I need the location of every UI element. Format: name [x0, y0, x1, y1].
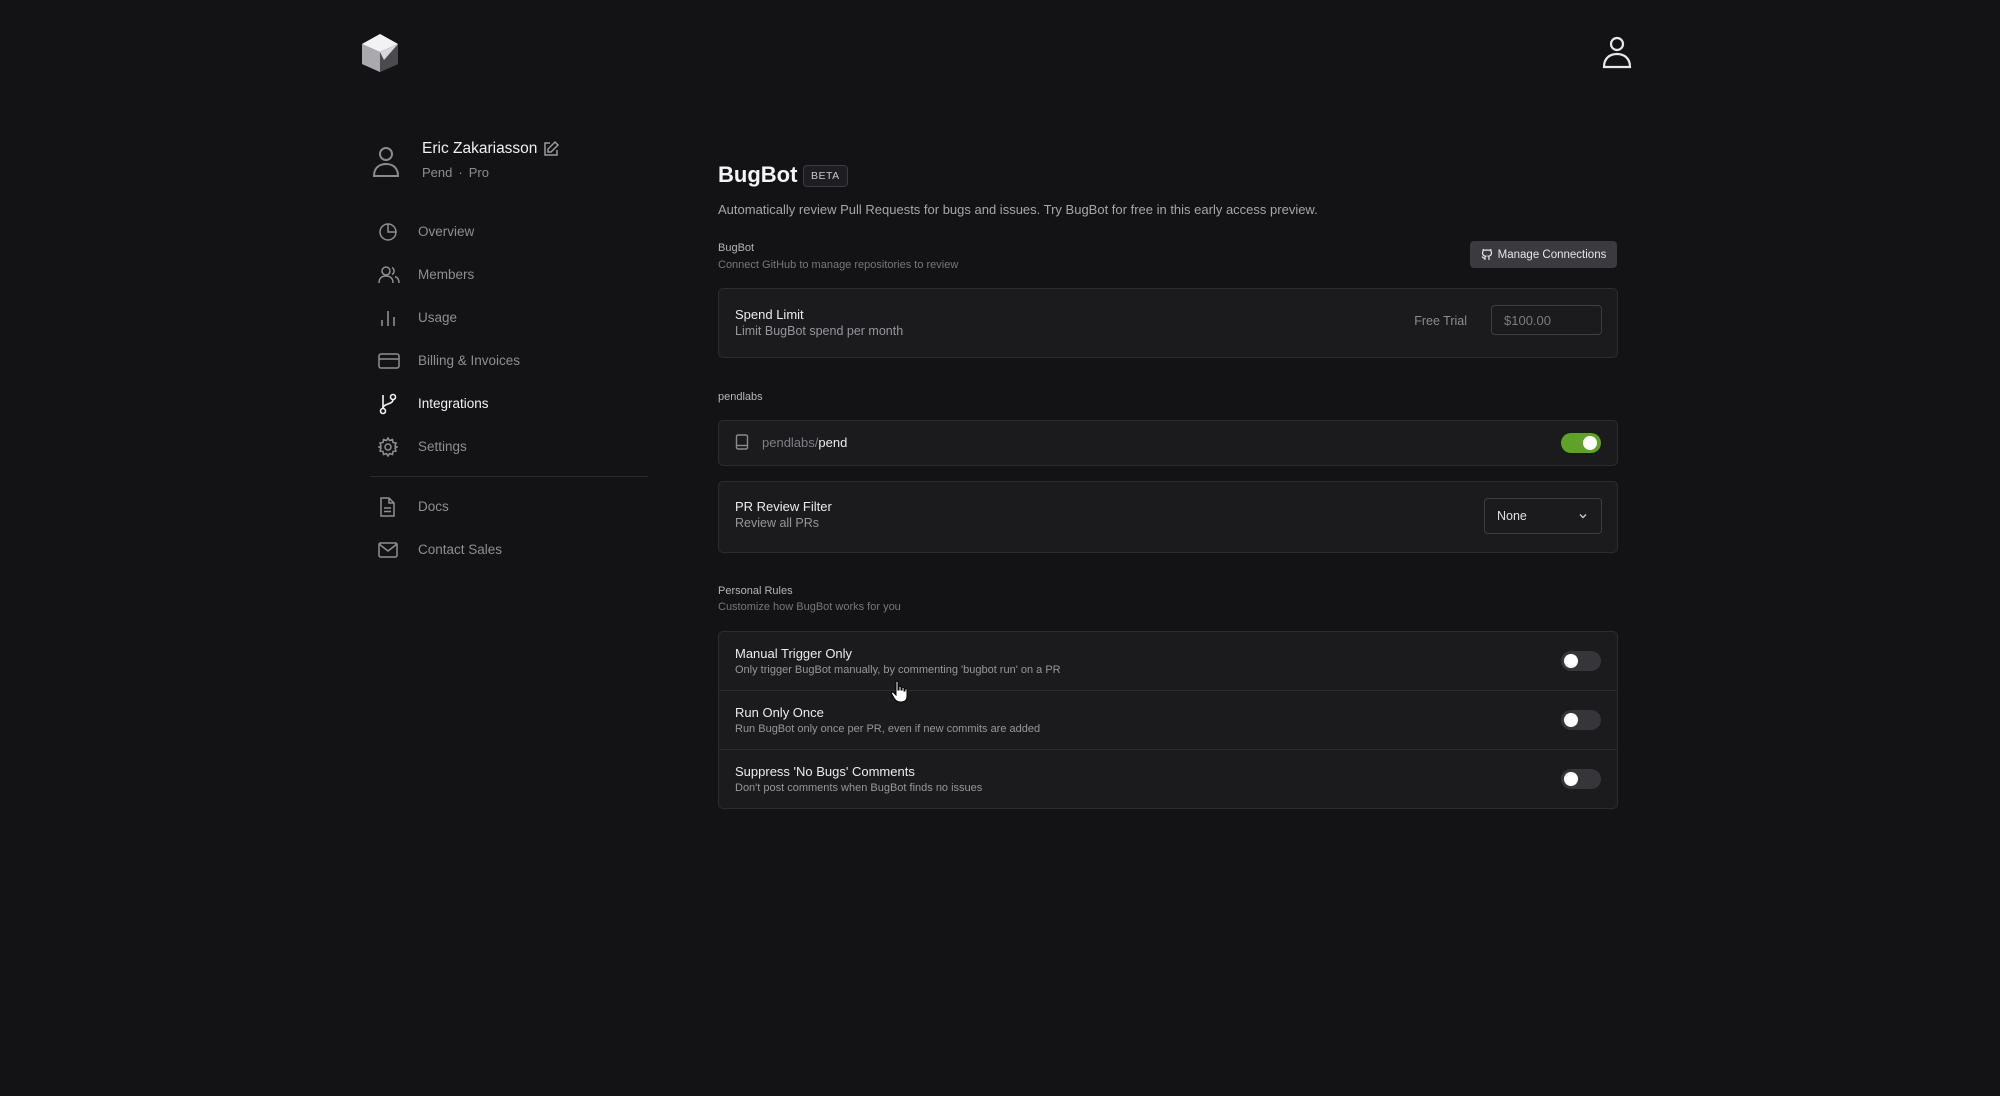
- org-name: Pend: [422, 165, 453, 180]
- sidebar-divider: [370, 476, 648, 477]
- sidebar-item-label: Docs: [418, 499, 449, 514]
- run-only-once-toggle[interactable]: [1561, 710, 1601, 730]
- suppress-no-bugs-toggle[interactable]: [1561, 769, 1601, 789]
- personal-rules-label: Personal Rules: [718, 585, 793, 597]
- users-icon: [370, 263, 408, 287]
- org-section-label: pendlabs: [718, 391, 763, 403]
- sidebar-item-label: Usage: [418, 310, 458, 325]
- github-icon: [1481, 248, 1492, 260]
- user-org-plan: Pend · Pro: [422, 165, 489, 180]
- user-name: Eric Zakariasson: [422, 140, 538, 157]
- rule-row-suppress-no-bugs: Suppress 'No Bugs' Comments Don't post c…: [719, 749, 1617, 808]
- plan-status-label: Free Trial: [1414, 314, 1467, 328]
- chevron-down-icon: [1579, 514, 1587, 519]
- rule-row-run-once: Run Only Once Run BugBot only once per P…: [719, 690, 1617, 749]
- account-icon[interactable]: [1600, 34, 1634, 70]
- page-title: BugBot: [718, 162, 798, 187]
- gear-icon: [370, 435, 408, 459]
- pr-filter-selected: None: [1497, 509, 1527, 523]
- repository-card: pendlabs/pend: [718, 420, 1618, 466]
- spend-limit-desc: Limit BugBot spend per month: [735, 324, 904, 338]
- sidebar-item-usage[interactable]: Usage: [370, 296, 650, 339]
- user-avatar-icon: [370, 144, 402, 180]
- repository-repo: pend: [818, 435, 848, 450]
- user-profile: Eric Zakariasson Pend · Pro: [370, 138, 650, 188]
- personal-rules-sub: Customize how BugBot works for you: [718, 601, 901, 613]
- pr-filter-select[interactable]: None: [1484, 498, 1602, 534]
- page-subtitle: Automatically review Pull Requests for b…: [718, 202, 1318, 217]
- pr-filter-title: PR Review Filter: [735, 499, 832, 514]
- bar-chart-icon: [370, 306, 408, 330]
- sidebar-item-label: Integrations: [418, 396, 489, 411]
- mail-icon: [370, 538, 408, 562]
- rule-row-manual-trigger: Manual Trigger Only Only trigger BugBot …: [719, 632, 1617, 690]
- sidebar-item-label: Billing & Invoices: [418, 353, 521, 368]
- toggle-knob: [1583, 436, 1597, 450]
- edit-name-icon[interactable]: [542, 140, 560, 158]
- repository-toggle[interactable]: [1561, 433, 1601, 453]
- credit-card-icon: [370, 349, 408, 373]
- document-icon: [370, 495, 408, 519]
- toggle-knob: [1564, 654, 1578, 668]
- rule-title: Manual Trigger Only: [735, 646, 853, 661]
- rule-desc: Run BugBot only once per PR, even if new…: [735, 723, 1041, 735]
- rule-title: Suppress 'No Bugs' Comments: [735, 764, 915, 779]
- toggle-knob: [1564, 772, 1578, 786]
- manage-connections-label: Manage Connections: [1497, 248, 1607, 261]
- repository-name: pendlabs/pend: [762, 435, 847, 450]
- rule-desc: Don't post comments when BugBot finds no…: [735, 782, 983, 794]
- sidebar-item-integrations[interactable]: Integrations: [370, 382, 650, 425]
- pie-chart-icon: [370, 220, 408, 244]
- personal-rules-card: Manual Trigger Only Only trigger BugBot …: [718, 631, 1618, 809]
- bugbot-section-label: BugBot: [718, 242, 755, 254]
- app-logo[interactable]: [360, 32, 400, 74]
- pr-filter-desc: Review all PRs: [735, 516, 820, 530]
- sidebar-item-label: Members: [418, 267, 475, 282]
- repository-org: pendlabs/: [762, 435, 819, 450]
- bugbot-section-sub: Connect GitHub to manage repositories to…: [718, 259, 959, 271]
- sidebar-item-billing[interactable]: Billing & Invoices: [370, 339, 650, 382]
- rule-title: Run Only Once: [735, 705, 824, 720]
- rule-desc: Only trigger BugBot manually, by comment…: [735, 664, 1061, 676]
- spend-limit-input[interactable]: [1491, 305, 1602, 335]
- sidebar-secondary-nav: Docs Contact Sales: [370, 485, 650, 571]
- manual-trigger-toggle[interactable]: [1561, 651, 1601, 671]
- sidebar-nav: Overview Members Usage Billing & Invoice…: [370, 210, 650, 468]
- toggle-knob: [1564, 713, 1578, 727]
- spend-limit-title: Spend Limit: [735, 307, 804, 322]
- sidebar-item-docs[interactable]: Docs: [370, 485, 650, 528]
- sidebar-item-contact-sales[interactable]: Contact Sales: [370, 528, 650, 571]
- manage-connections-button[interactable]: Manage Connections: [1470, 241, 1617, 268]
- sidebar-item-label: Contact Sales: [418, 542, 503, 557]
- sidebar-item-overview[interactable]: Overview: [370, 210, 650, 253]
- git-branch-icon: [370, 392, 408, 416]
- repository-icon: [735, 434, 749, 450]
- plan-name: Pro: [468, 165, 489, 180]
- sidebar-item-members[interactable]: Members: [370, 253, 650, 296]
- beta-badge: BETA: [803, 165, 848, 187]
- pr-review-filter-card: PR Review Filter Review all PRs None: [718, 481, 1618, 553]
- sidebar-item-settings[interactable]: Settings: [370, 425, 650, 468]
- hand-cursor-icon: [890, 680, 910, 704]
- sidebar-item-label: Settings: [418, 439, 467, 454]
- spend-limit-card: Spend Limit Limit BugBot spend per month…: [718, 288, 1618, 358]
- sidebar-item-label: Overview: [418, 224, 475, 239]
